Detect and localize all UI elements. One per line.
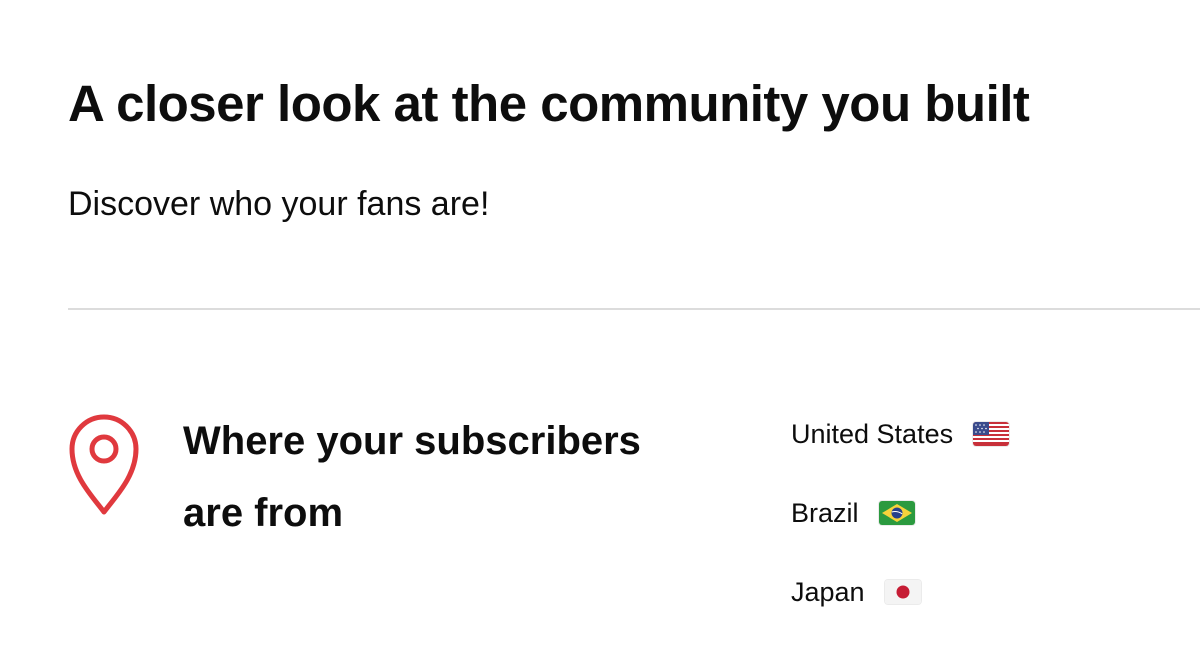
section-divider [68, 308, 1200, 310]
country-item-japan: Japan [791, 570, 1009, 614]
page: A closer look at the community you built… [0, 0, 1200, 663]
country-name: Japan [791, 576, 865, 607]
country-item-united-states: United States [791, 412, 1010, 456]
country-item-brazil: Brazil [791, 491, 1009, 535]
brazil-flag-icon [878, 501, 915, 525]
us-flag-icon [973, 422, 1010, 446]
japan-flag-icon [884, 580, 921, 604]
page-title: A closer look at the community you built [68, 75, 1030, 132]
section-heading: Where your subscribers are from [183, 419, 641, 535]
location-pin-icon [66, 410, 142, 516]
country-name: United States [791, 418, 954, 449]
country-list: United States Brazil Japan [791, 412, 1010, 649]
country-name: Brazil [791, 497, 859, 528]
page-subtitle: Discover who your fans are! [68, 185, 490, 223]
